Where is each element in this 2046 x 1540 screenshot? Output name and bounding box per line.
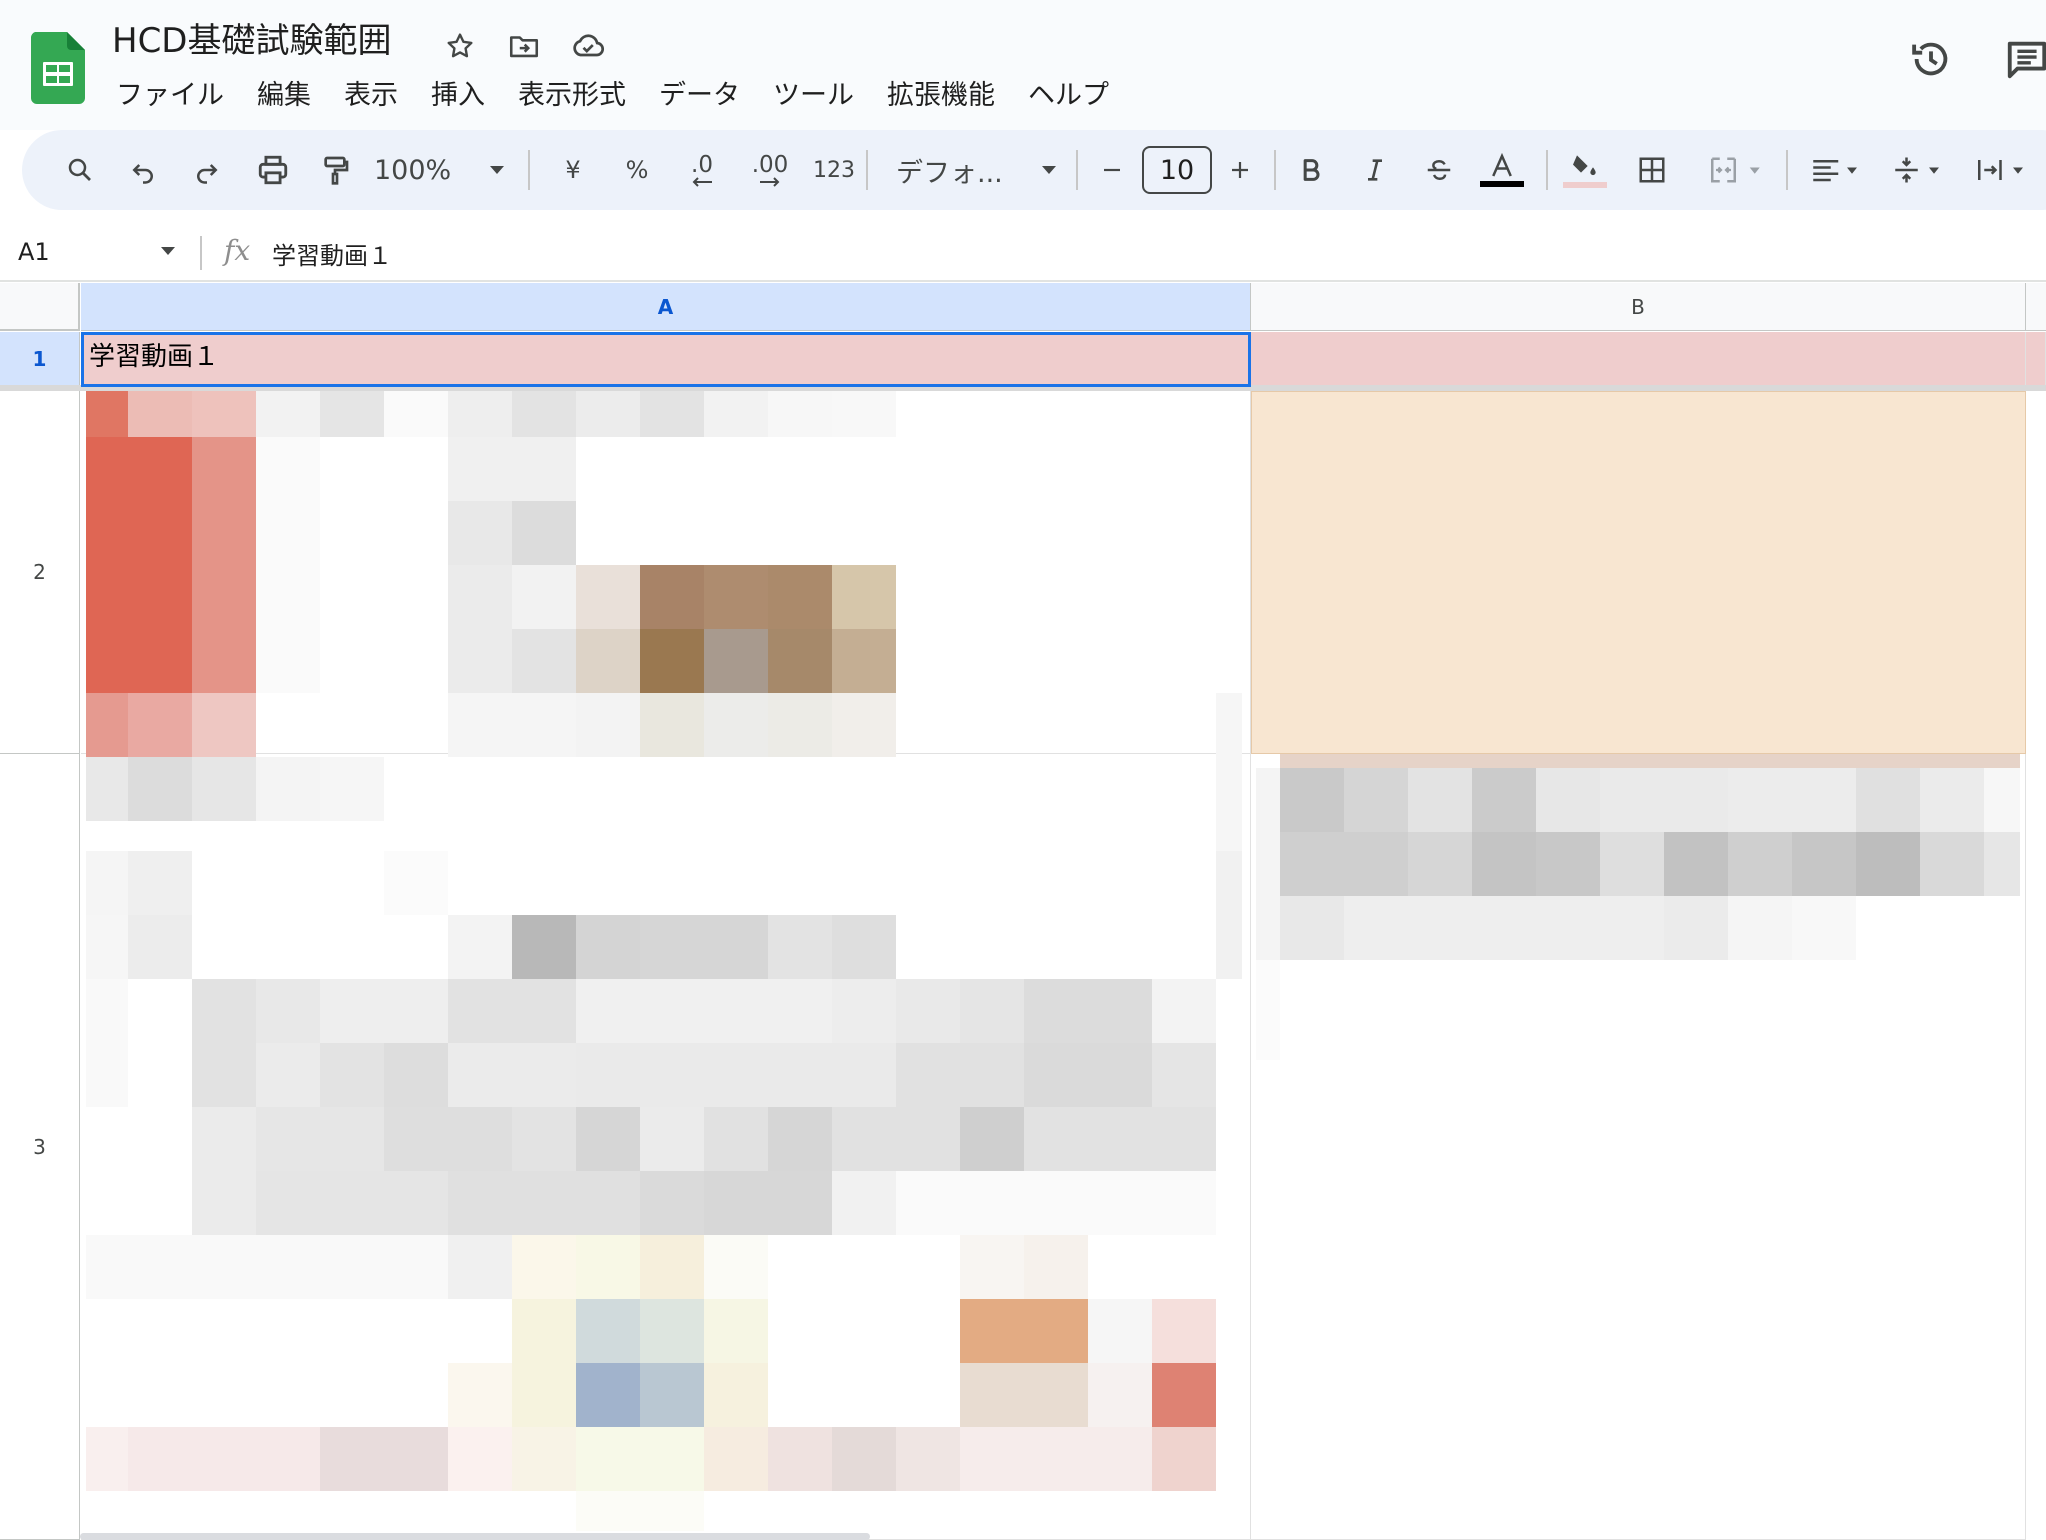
currency-format-button[interactable]: ¥ [548,142,598,198]
comments-icon[interactable] [2000,32,2046,86]
formula-input[interactable]: 学習動画１ [272,236,392,271]
cell-c1[interactable] [2026,332,2046,386]
pixelated-image-a2[interactable] [86,391,1246,851]
toolbar-separator [1786,150,1788,190]
menu-data[interactable]: データ [643,74,757,118]
toolbar-separator [528,150,530,190]
percent-symbol: % [625,156,649,184]
font-dropdown-icon[interactable] [1034,142,1064,198]
name-box-dropdown-icon[interactable] [160,246,176,256]
formula-bar: A1 fx 学習動画１ [0,222,2046,282]
formula-bar-separator [200,236,202,270]
fill-color-icon[interactable] [1558,142,1612,198]
increase-decimal-button[interactable]: .00 [738,142,802,198]
increase-font-size-icon[interactable] [1218,142,1262,198]
cell-a1[interactable]: 学習動画１ [81,332,1251,386]
cloud-status-icon[interactable] [568,26,608,66]
text-color-icon[interactable] [1476,142,1528,198]
pixelated-image-b3[interactable] [1256,754,2026,1064]
paint-format-icon[interactable] [310,142,360,198]
menu-bar: ファイル 編集 表示 挿入 表示形式 データ ツール 拡張機能 ヘルプ [100,72,1126,120]
menu-file[interactable]: ファイル [100,74,241,118]
row-header-1[interactable]: 1 [0,332,80,386]
star-icon[interactable] [440,26,480,66]
select-all-corner[interactable] [0,283,80,331]
decrease-decimal-button[interactable]: .0 [674,142,730,198]
italic-icon[interactable] [1352,142,1398,198]
increase-decimal-label: .00 [751,152,789,178]
text-color-swatch [1480,181,1524,187]
redo-icon[interactable] [182,142,232,198]
title-bar: HCD基礎試験範囲 ファイル 編集 表示 挿入 表示形式 データ ツール 拡張機… [0,0,2046,130]
arrow-right-icon [760,177,780,187]
font-size-input[interactable]: 10 [1142,146,1212,194]
zoom-value: 100% [374,154,452,186]
menu-help[interactable]: ヘルプ [1012,74,1126,118]
percent-format-button[interactable]: % [612,142,662,198]
sheets-logo-icon[interactable] [30,32,86,104]
cell-b2[interactable] [1251,391,2026,754]
currency-symbol: ¥ [565,156,581,184]
decrease-decimal-label: .0 [691,152,713,178]
toolbar-separator [1274,150,1276,190]
menu-format[interactable]: 表示形式 [502,74,643,118]
fill-color-swatch [1563,182,1607,188]
function-icon: fx [224,234,251,267]
decrease-font-size-icon[interactable] [1090,142,1134,198]
number-format-button[interactable]: 123 [802,142,866,198]
move-to-folder-icon[interactable] [504,26,544,66]
arrow-left-icon [692,177,712,187]
borders-icon[interactable] [1626,142,1678,198]
vertical-align-icon[interactable] [1882,142,1956,198]
menu-edit[interactable]: 編集 [241,74,328,118]
toolbar-separator [1076,150,1078,190]
font-family-value: デフォ... [896,157,1003,189]
column-header-b[interactable]: B [1251,283,2026,331]
version-history-icon[interactable] [1904,32,1958,86]
text-wrap-icon[interactable] [1966,142,2040,198]
cell-a1-text: 学習動画１ [89,342,220,372]
toolbar-separator [866,150,868,190]
menu-tools[interactable]: ツール [757,74,871,118]
horizontal-align-icon[interactable] [1800,142,1874,198]
column-header-a[interactable]: A [81,283,1251,331]
row-header-2[interactable]: 2 [0,391,80,754]
zoom-dropdown-icon[interactable] [482,142,512,198]
row-header-3[interactable]: 3 [0,754,80,1540]
toolbar-separator [1546,150,1548,190]
font-family-select[interactable]: デフォ... [896,142,1036,198]
search-icon[interactable] [54,142,106,198]
cell-b1[interactable] [1251,332,2026,386]
document-title[interactable]: HCD基礎試験範囲 [112,18,392,64]
menu-extensions[interactable]: 拡張機能 [871,74,1012,118]
column-header-c[interactable] [2026,283,2046,331]
spreadsheet-app: HCD基礎試験範囲 ファイル 編集 表示 挿入 表示形式 データ ツール 拡張機… [0,0,2046,1540]
menu-insert[interactable]: 挿入 [415,74,502,118]
spreadsheet-grid: A B 1 2 3 学習動画１ [0,283,2046,1540]
number-format-label: 123 [813,157,855,183]
bold-icon[interactable] [1288,142,1334,198]
strikethrough-icon[interactable] [1414,142,1464,198]
pixelated-image-a3[interactable] [86,851,1246,1531]
merge-cells-icon[interactable] [1696,142,1776,198]
undo-icon[interactable] [118,142,168,198]
horizontal-scrollbar[interactable] [80,1533,870,1540]
print-icon[interactable] [246,142,300,198]
zoom-select[interactable]: 100% [374,142,486,198]
toolbar: 100% ¥ % .0 .00 123 デフォ... 10 [22,130,2046,210]
menu-view[interactable]: 表示 [328,74,415,118]
